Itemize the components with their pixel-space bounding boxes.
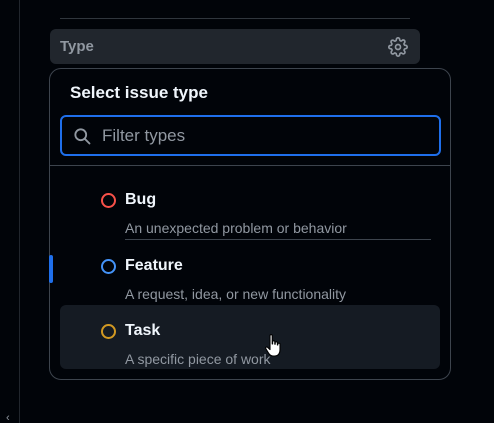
issue-type-option-feature[interactable]: Feature A request, idea, or new function… (60, 240, 440, 304)
hand-pointer-icon (264, 333, 284, 359)
issue-type-name: Bug (125, 191, 157, 208)
resize-handle-icon: ‹ (6, 412, 10, 423)
active-item-indicator (49, 255, 53, 283)
panel-border (19, 0, 20, 423)
filter-types-field[interactable] (60, 115, 441, 156)
bug-type-circle-icon (101, 193, 116, 208)
issue-type-description: An unexpected problem or behavior (125, 220, 347, 236)
search-icon (72, 126, 92, 146)
type-section-label: Type (60, 38, 94, 55)
type-section-header[interactable]: Type (50, 29, 420, 64)
gear-icon[interactable] (388, 36, 408, 57)
issue-type-option-task[interactable]: Task A specific piece of work (60, 305, 440, 369)
issue-sidebar: Type Select issue type Bug An unexpected… (0, 0, 494, 423)
issue-type-description: A specific piece of work (125, 351, 271, 367)
feature-type-circle-icon (101, 259, 116, 274)
issue-type-name: Feature (125, 257, 183, 274)
popover-title: Select issue type (70, 83, 208, 102)
popover-divider (50, 165, 450, 166)
issue-type-description: A request, idea, or new functionality (125, 286, 347, 302)
issue-type-name: Task (125, 322, 161, 339)
section-divider (60, 18, 410, 19)
issue-type-option-bug[interactable]: Bug An unexpected problem or behavior (60, 174, 440, 238)
filter-types-input[interactable] (102, 125, 422, 146)
task-type-circle-icon (101, 324, 116, 339)
select-issue-type-popover: Select issue type Bug An unexpected prob… (49, 68, 451, 380)
